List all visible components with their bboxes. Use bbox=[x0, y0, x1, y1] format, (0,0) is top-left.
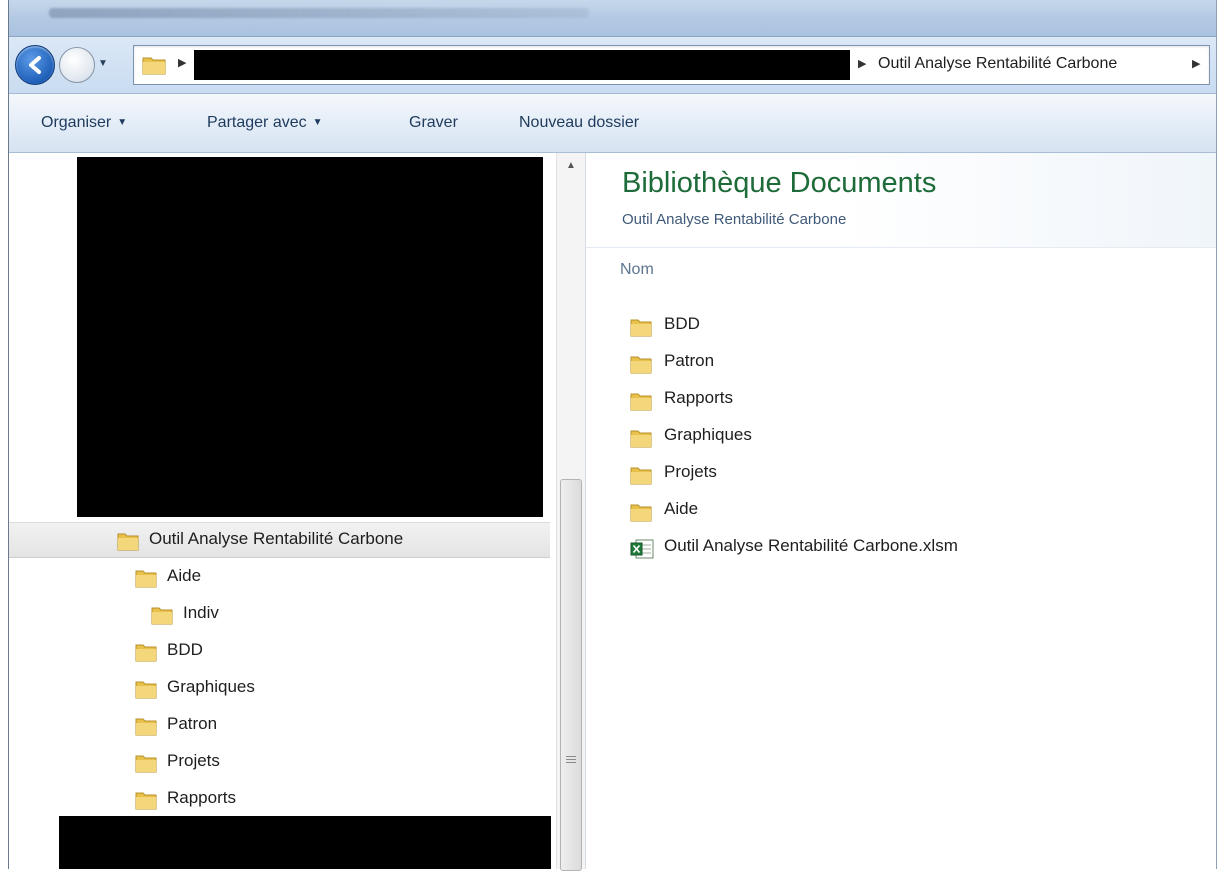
folder-icon bbox=[630, 426, 652, 460]
column-header-name[interactable]: Nom bbox=[620, 261, 654, 279]
list-item-label: Rapports bbox=[664, 388, 733, 407]
scrollbar-thumb[interactable] bbox=[560, 479, 582, 871]
organize-button[interactable]: Organiser ▼ bbox=[41, 114, 127, 132]
redacted-tree-area bbox=[77, 157, 543, 517]
folder-icon bbox=[630, 500, 652, 534]
list-item-label: Outil Analyse Rentabilité Carbone.xlsm bbox=[664, 536, 958, 555]
nav-scrollbar[interactable]: ▲ bbox=[556, 153, 585, 871]
address-bar[interactable]: ▶ ▶ Outil Analyse Rentabilité Carbone ▶ bbox=[133, 45, 1210, 85]
share-with-button[interactable]: Partager avec ▼ bbox=[207, 114, 323, 132]
folder-icon bbox=[135, 751, 157, 785]
title-text-obscured bbox=[49, 8, 589, 18]
folder-icon bbox=[630, 389, 652, 423]
folder-icon bbox=[630, 463, 652, 497]
navigation-pane: Outil Analyse Rentabilité Carbone Aide I… bbox=[9, 153, 586, 871]
new-folder-button[interactable]: Nouveau dossier bbox=[519, 114, 639, 132]
grip-icon bbox=[566, 756, 576, 766]
library-subtitle: Outil Analyse Rentabilité Carbone bbox=[622, 211, 847, 228]
excel-file-icon bbox=[630, 537, 654, 571]
list-item-label: Projets bbox=[664, 462, 717, 481]
nav-item-label: Outil Analyse Rentabilité Carbone bbox=[149, 529, 404, 548]
breadcrumb-chevron-icon[interactable]: ▶ bbox=[1192, 57, 1200, 70]
chevron-down-icon: ▼ bbox=[312, 117, 323, 128]
nav-item-label: Rapports bbox=[167, 788, 236, 807]
chevron-down-icon: ▼ bbox=[117, 117, 128, 128]
nav-item-label: Patron bbox=[167, 714, 218, 733]
redacted-path bbox=[194, 50, 850, 80]
nav-item-label: Graphiques bbox=[167, 677, 255, 696]
folder-icon bbox=[135, 566, 157, 600]
share-with-label: Partager avec bbox=[207, 114, 307, 131]
nav-item-label: BDD bbox=[167, 640, 203, 659]
list-item-label: Aide bbox=[664, 499, 699, 518]
nav-item-label: Indiv bbox=[183, 603, 219, 622]
folder-icon bbox=[135, 640, 157, 674]
list-item-label: Graphiques bbox=[664, 425, 752, 444]
breadcrumb-current-folder[interactable]: Outil Analyse Rentabilité Carbone bbox=[878, 55, 1117, 73]
folder-icon bbox=[151, 603, 173, 637]
list-item-label: BDD bbox=[664, 314, 700, 333]
redacted-tree-area bbox=[59, 816, 551, 869]
folder-icon bbox=[135, 677, 157, 711]
address-row: ▼ ▶ ▶ Outil Analyse Rentabilité Carbone … bbox=[9, 37, 1216, 94]
list-item-label: Patron bbox=[664, 351, 715, 370]
library-header: Bibliothèque Documents Outil Analyse Ren… bbox=[586, 153, 1216, 248]
scroll-up-arrow-icon[interactable]: ▲ bbox=[557, 153, 585, 179]
content-pane: Bibliothèque Documents Outil Analyse Ren… bbox=[586, 153, 1216, 869]
arrow-left-icon bbox=[29, 56, 41, 74]
breadcrumb-chevron-icon[interactable]: ▶ bbox=[858, 57, 866, 70]
burn-button[interactable]: Graver bbox=[409, 114, 458, 132]
folder-icon bbox=[117, 529, 139, 563]
folder-icon bbox=[630, 315, 652, 349]
library-title: Bibliothèque Documents bbox=[622, 167, 937, 199]
nav-item-label: Projets bbox=[167, 751, 220, 770]
organize-label: Organiser bbox=[41, 114, 112, 131]
forward-button[interactable] bbox=[59, 47, 95, 83]
explorer-window: ▼ ▶ ▶ Outil Analyse Rentabilité Carbone … bbox=[8, 0, 1217, 871]
title-bar bbox=[9, 0, 1216, 37]
recent-pages-dropdown-icon[interactable]: ▼ bbox=[97, 59, 109, 69]
folder-icon bbox=[630, 352, 652, 386]
command-bar: Organiser ▼ Partager avec ▼ Graver Nouveau… bbox=[9, 94, 1216, 153]
folder-icon bbox=[135, 714, 157, 748]
breadcrumb-chevron-icon[interactable]: ▶ bbox=[178, 56, 186, 69]
folder-icon bbox=[142, 55, 166, 80]
nav-item-label: Aide bbox=[167, 566, 202, 585]
back-button[interactable] bbox=[15, 45, 55, 85]
